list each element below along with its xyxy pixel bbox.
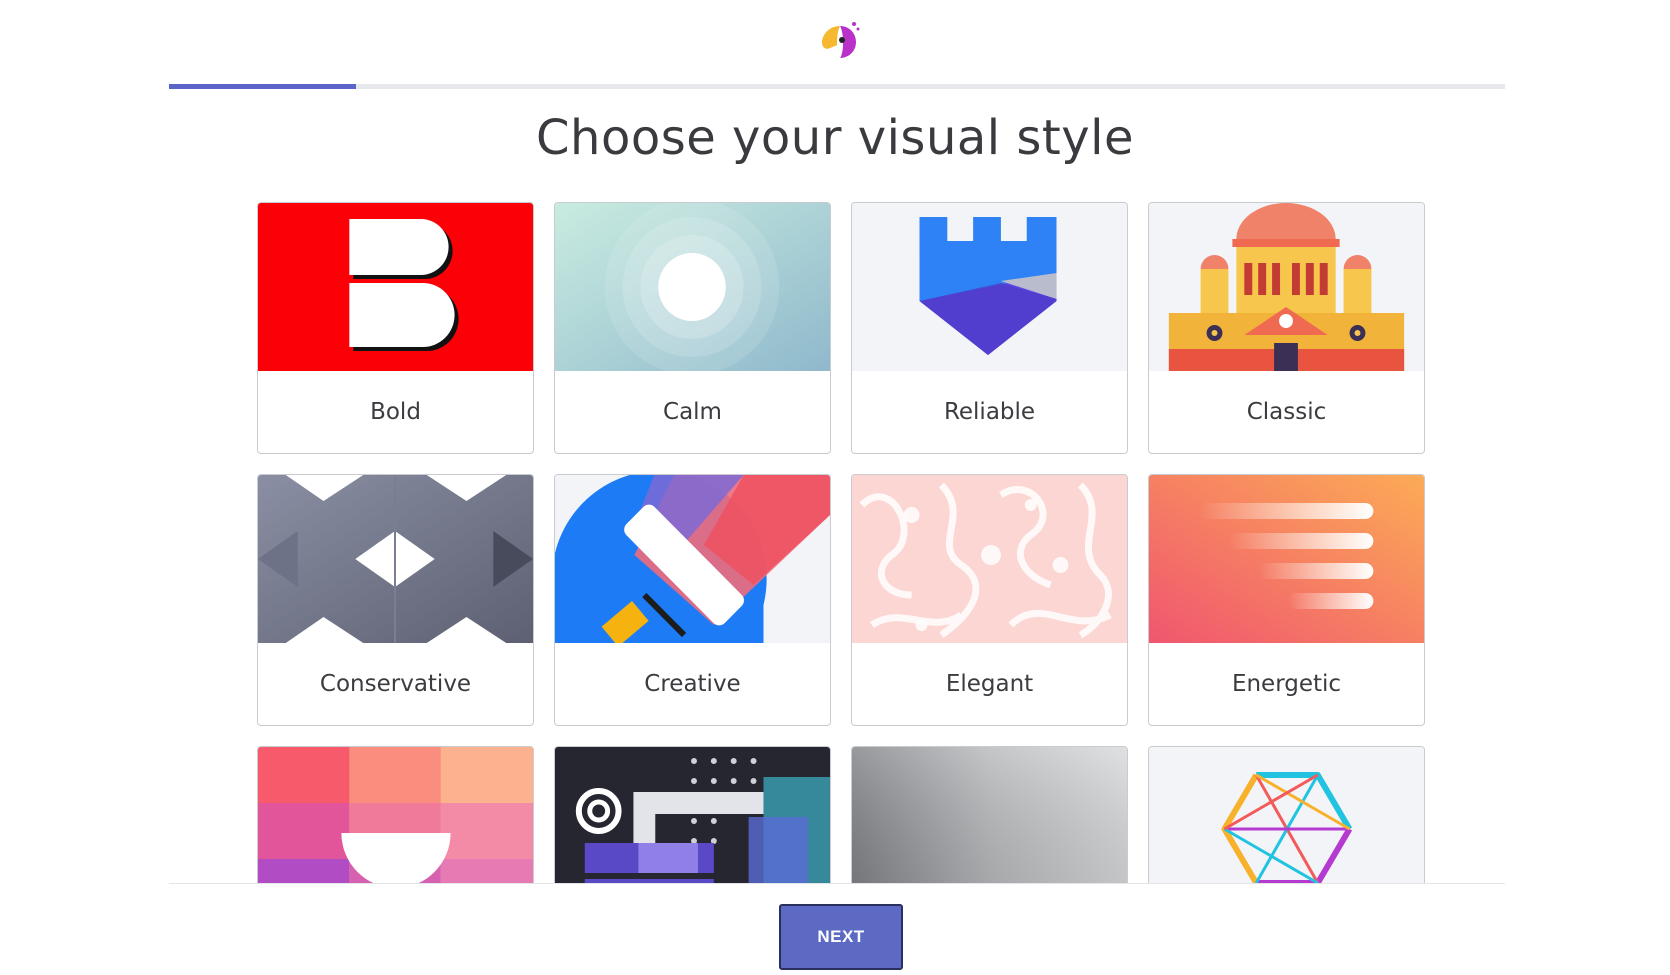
footer-divider bbox=[169, 883, 1505, 884]
metallic-gradient-icon bbox=[852, 747, 1127, 883]
progress-bar bbox=[169, 84, 1505, 89]
hexagon-wireframe-icon bbox=[1149, 747, 1424, 883]
style-card-calm[interactable]: Calm bbox=[554, 202, 831, 454]
paint-roller-icon bbox=[555, 475, 830, 643]
style-card-metallic[interactable] bbox=[851, 746, 1128, 883]
damask-pattern-icon bbox=[852, 475, 1127, 643]
style-grid-scroll-area[interactable]: Bold Calm Reliable Classic Conservative … bbox=[0, 190, 1670, 883]
style-card-bold[interactable]: Bold bbox=[257, 202, 534, 454]
style-card-pastel[interactable] bbox=[257, 746, 534, 883]
calm-circles-icon bbox=[555, 203, 830, 371]
style-card-creative[interactable]: Creative bbox=[554, 474, 831, 726]
tech-grid-icon bbox=[555, 747, 830, 883]
style-card-label: Classic bbox=[1246, 399, 1327, 425]
style-card-label: Creative bbox=[644, 671, 741, 697]
speed-lines-icon bbox=[1149, 475, 1424, 643]
style-card-label: Calm bbox=[663, 399, 722, 425]
style-card-label: Reliable bbox=[943, 399, 1036, 425]
style-card-label: Bold bbox=[370, 399, 421, 425]
style-card-label: Energetic bbox=[1231, 671, 1342, 697]
parrot-logo-icon bbox=[822, 22, 860, 58]
castle-shield-icon bbox=[852, 203, 1127, 371]
bold-b-icon bbox=[258, 203, 533, 371]
style-card-reliable[interactable]: Reliable bbox=[851, 202, 1128, 454]
style-card-tech[interactable] bbox=[554, 746, 831, 883]
style-card-hexagon[interactable] bbox=[1148, 746, 1425, 883]
style-card-label: Conservative bbox=[319, 671, 472, 697]
style-grid: Bold Calm Reliable Classic Conservative … bbox=[257, 202, 1425, 883]
style-card-energetic[interactable]: Energetic bbox=[1148, 474, 1425, 726]
style-card-conservative[interactable]: Conservative bbox=[257, 474, 534, 726]
geometric-diamond-icon bbox=[258, 475, 533, 643]
page-title: Choose your visual style bbox=[536, 110, 1134, 166]
style-card-label: Elegant bbox=[945, 671, 1034, 697]
classic-building-icon bbox=[1149, 203, 1424, 371]
pastel-blocks-icon bbox=[258, 747, 533, 883]
next-button[interactable]: NEXT bbox=[779, 904, 903, 970]
style-card-classic[interactable]: Classic bbox=[1148, 202, 1425, 454]
progress-fill bbox=[169, 84, 357, 89]
style-card-elegant[interactable]: Elegant bbox=[851, 474, 1128, 726]
